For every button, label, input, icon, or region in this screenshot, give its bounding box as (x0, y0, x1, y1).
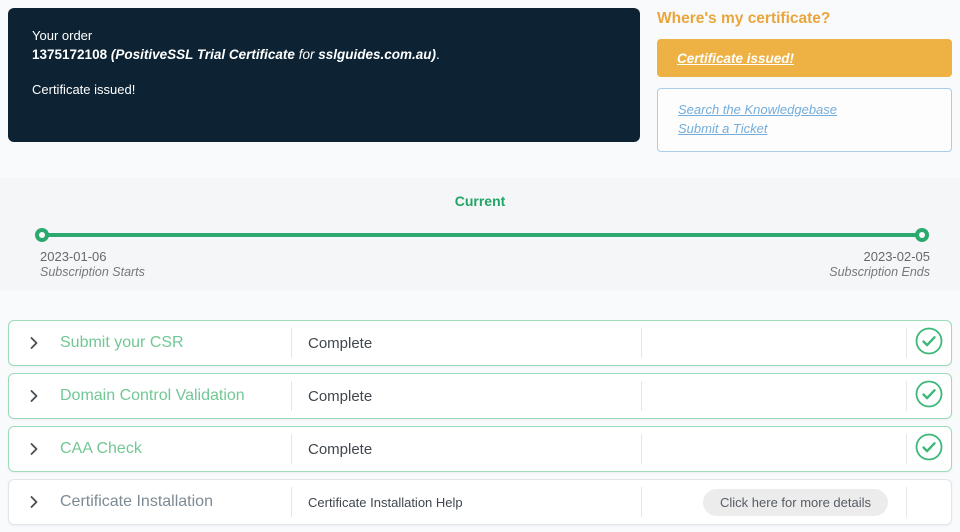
step-title: Domain Control Validation (60, 387, 245, 404)
check-circle-icon (914, 326, 944, 361)
order-description: 1375172108 (PositiveSSL Trial Certificat… (32, 46, 616, 63)
check-circle-icon (914, 432, 944, 467)
step-main-cell: CAA Check (9, 427, 291, 471)
order-id: 1375172108 (32, 47, 108, 62)
chevron-right-icon[interactable] (24, 492, 44, 512)
step-status: Complete (308, 334, 373, 352)
order-domain: sslguides.com.au) (318, 47, 437, 62)
step-row-submit-csr[interactable]: Submit your CSR Complete (8, 320, 952, 366)
timeline-end-block: 2023-02-05 Subscription Ends (829, 249, 930, 280)
step-status: Complete (308, 387, 373, 405)
order-for: for (298, 47, 315, 62)
timeline-start-dot (35, 228, 49, 242)
timeline-dates: 2023-01-06 Subscription Starts 2023-02-0… (40, 249, 930, 280)
more-details-button[interactable]: Click here for more details (703, 488, 888, 516)
step-check-cell (907, 321, 951, 365)
step-main-cell: Domain Control Validation (9, 374, 291, 418)
subscription-end-label: Subscription Ends (829, 265, 930, 279)
step-row-caa-check[interactable]: CAA Check Complete (8, 426, 952, 472)
order-period: . (436, 47, 440, 62)
step-check-cell (907, 374, 951, 418)
steps-list: Submit your CSR Complete Domain Control … (8, 320, 952, 532)
search-knowledgebase-link[interactable]: Search the Knowledgebase (678, 100, 931, 119)
step-action-cell (642, 374, 906, 418)
step-main-cell: Submit your CSR (9, 321, 291, 365)
timeline-line (41, 233, 923, 237)
subscription-end-date: 2023-02-05 (863, 249, 931, 264)
timeline-current-label: Current (454, 193, 506, 209)
order-product: (PositiveSSL Trial Certificate (110, 47, 295, 62)
submit-ticket-link[interactable]: Submit a Ticket (678, 119, 931, 138)
step-title: Submit your CSR (60, 334, 184, 351)
step-action-cell (642, 427, 906, 471)
timeline-start-block: 2023-01-06 Subscription Starts (40, 249, 145, 280)
subscription-timeline-card: Current 2023-01-06 Subscription Starts 2… (0, 178, 960, 291)
certificate-panel-heading: Where's my certificate? (657, 10, 831, 27)
certificate-issued-button-label: Certificate issued! (677, 50, 795, 66)
step-title: Certificate Installation (60, 493, 213, 510)
step-check-cell (907, 427, 951, 471)
step-title: CAA Check (60, 440, 142, 457)
check-circle-icon (914, 379, 944, 414)
chevron-right-icon[interactable] (24, 386, 44, 406)
order-summary-panel: Your order 1375172108 (PositiveSSL Trial… (8, 8, 640, 142)
help-links-box: Search the Knowledgebase Submit a Ticket (657, 88, 952, 152)
step-status: Certificate Installation Help (308, 494, 463, 510)
chevron-right-icon[interactable] (24, 439, 44, 459)
step-check-cell (907, 480, 951, 524)
subscription-start-date: 2023-01-06 (40, 249, 107, 264)
order-label: Your order (32, 28, 93, 43)
step-row-certificate-installation[interactable]: Certificate Installation Certificate Ins… (8, 479, 952, 525)
certificate-panel: Where's my certificate? Certificate issu… (657, 8, 952, 152)
step-action-cell (642, 321, 906, 365)
timeline-end-dot (915, 228, 929, 242)
chevron-right-icon[interactable] (24, 333, 44, 353)
step-main-cell: Certificate Installation (9, 480, 291, 524)
timeline-track (35, 228, 929, 242)
step-row-domain-control-validation[interactable]: Domain Control Validation Complete (8, 373, 952, 419)
step-action-cell: Click here for more details (642, 480, 906, 524)
subscription-start-label: Subscription Starts (40, 265, 145, 279)
order-status-text: Certificate issued! (32, 82, 136, 97)
step-status: Complete (308, 440, 373, 458)
certificate-issued-button[interactable]: Certificate issued! (657, 39, 952, 77)
